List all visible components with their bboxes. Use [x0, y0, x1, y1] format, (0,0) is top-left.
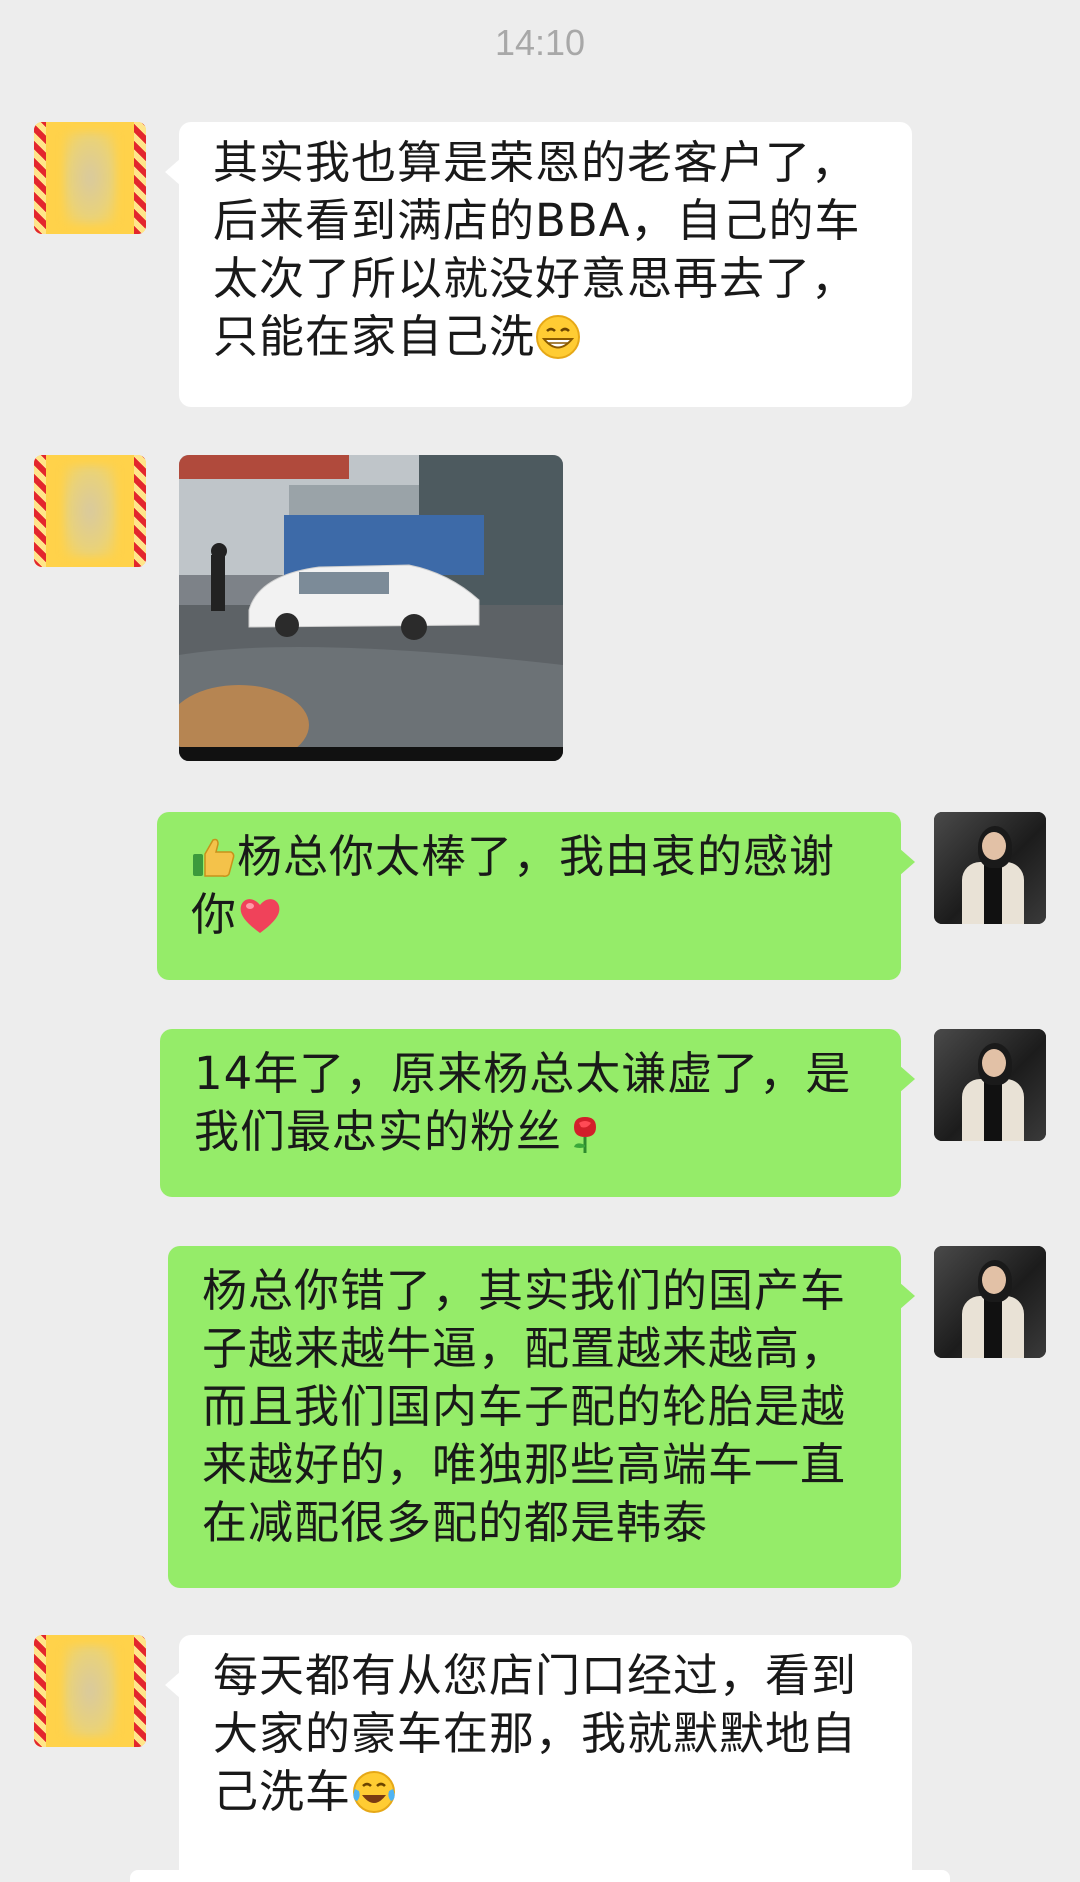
red-heart-icon — [240, 899, 280, 933]
my-avatar[interactable] — [934, 812, 1046, 924]
message-text: 杨总你太棒了，我由衷的感谢你 — [191, 830, 836, 941]
message-text: 每天都有从您店门口经过，看到大家的豪车在那，我就默默地自己洗车 — [213, 1649, 858, 1818]
my-avatar[interactable] — [934, 1029, 1046, 1141]
contact-avatar[interactable] — [34, 1635, 146, 1747]
my-avatar[interactable] — [934, 1246, 1046, 1358]
message-bubble-outgoing[interactable]: 杨总你太棒了，我由衷的感谢你 — [157, 812, 915, 980]
chat-timestamp: 14:10 — [494, 22, 586, 63]
contact-avatar[interactable] — [34, 455, 146, 567]
message-text: 杨总你错了，其实我们的国产车子越来越牛逼，配置越来越高，而且我们国内车子配的轮胎… — [202, 1264, 847, 1549]
grinning-face-icon — [536, 315, 581, 359]
message-bubble-outgoing[interactable]: 杨总你错了，其实我们的国产车子越来越牛逼，配置越来越高，而且我们国内车子配的轮胎… — [168, 1246, 915, 1588]
contact-avatar[interactable] — [34, 122, 146, 234]
input-bar-edge — [130, 1870, 950, 1882]
rose-icon — [574, 1117, 597, 1153]
message-image[interactable] — [179, 455, 563, 761]
thumbs-up-icon — [193, 838, 235, 877]
message-bubble-incoming[interactable]: 其实我也算是荣恩的老客户了，后来看到满店的BBA，自己的车太次了所以就没好意思再… — [165, 122, 912, 407]
crying-laughing-face-icon — [353, 1771, 396, 1813]
message-bubble-incoming[interactable]: 每天都有从您店门口经过，看到大家的豪车在那，我就默默地自己洗车 — [165, 1635, 912, 1882]
message-bubble-outgoing[interactable]: 14年了，原来杨总太谦虚了，是我们最忠实的粉丝 — [160, 1029, 915, 1197]
message-text: 14年了，原来杨总太谦虚了，是我们最忠实的粉丝 — [194, 1047, 852, 1158]
